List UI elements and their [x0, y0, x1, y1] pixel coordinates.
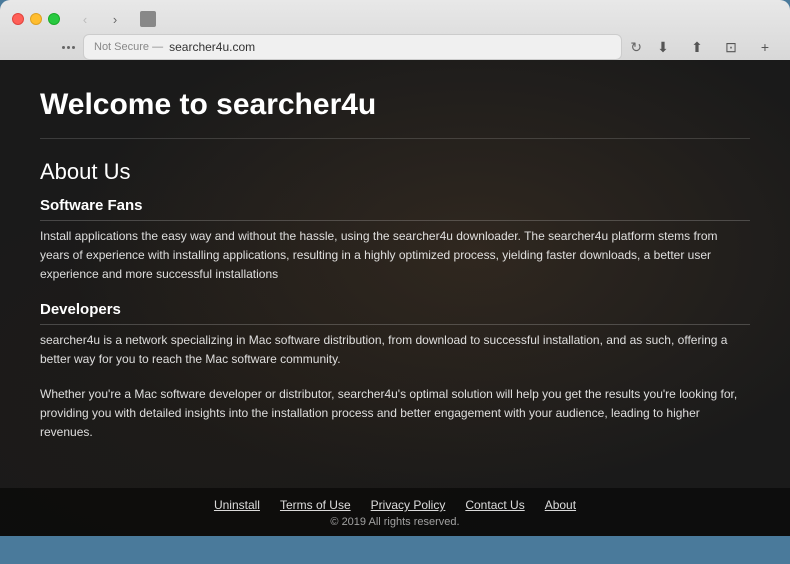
download-icon[interactable]: ⬇ — [650, 37, 676, 57]
title-bar: ‹ › — [0, 0, 790, 34]
tab-overview-icon[interactable] — [140, 11, 156, 27]
footer-privacy-link[interactable]: Privacy Policy — [371, 498, 446, 512]
footer: Uninstall Terms of Use Privacy Policy Co… — [0, 488, 790, 536]
forward-button[interactable]: › — [102, 10, 128, 28]
footer-uninstall-link[interactable]: Uninstall — [214, 498, 260, 512]
developers-section: Developers searcher4u is a network speci… — [40, 301, 750, 443]
software-fans-body: Install applications the easy way and wi… — [40, 227, 750, 285]
menu-icon — [62, 46, 75, 49]
back-button[interactable]: ‹ — [72, 10, 98, 28]
software-fans-heading: Software Fans — [40, 197, 750, 221]
footer-contact-link[interactable]: Contact Us — [465, 498, 524, 512]
developers-body1: searcher4u is a network specializing in … — [40, 331, 750, 369]
tab-bar: Not Secure — searcher4u.com ↻ ⬇ ⬆ ⊡ + — [0, 34, 790, 60]
about-us-title: About Us — [40, 159, 750, 185]
footer-links: Uninstall Terms of Use Privacy Policy Co… — [0, 498, 790, 512]
traffic-lights — [12, 13, 60, 25]
add-tab-icon[interactable]: + — [752, 37, 778, 57]
page-content: Welcome to searcher4u About Us Software … — [0, 60, 790, 486]
webpage: Welcome to searcher4u About Us Software … — [0, 60, 790, 536]
new-tab-icon[interactable]: ⊡ — [718, 37, 744, 57]
footer-copyright: © 2019 All rights reserved. — [0, 516, 790, 528]
software-fans-section: Software Fans Install applications the e… — [40, 197, 750, 285]
url-text: searcher4u.com — [169, 40, 255, 54]
address-bar[interactable]: Not Secure — searcher4u.com — [83, 34, 622, 60]
footer-terms-link[interactable]: Terms of Use — [280, 498, 351, 512]
site-title: Welcome to searcher4u — [40, 88, 750, 139]
toolbar-icons: ⬇ ⬆ ⊡ + — [650, 37, 778, 57]
reload-button[interactable]: ↻ — [630, 39, 642, 56]
maximize-button[interactable] — [48, 13, 60, 25]
nav-buttons: ‹ › — [72, 10, 128, 28]
developers-body2: Whether you're a Mac software developer … — [40, 385, 750, 443]
developers-heading: Developers — [40, 301, 750, 325]
minimize-button[interactable] — [30, 13, 42, 25]
browser-chrome: ‹ › Not Secure — searcher4u.com ↻ ⬇ ⬆ ⊡ … — [0, 0, 790, 60]
close-button[interactable] — [12, 13, 24, 25]
footer-about-link[interactable]: About — [545, 498, 576, 512]
share-icon[interactable]: ⬆ — [684, 37, 710, 57]
not-secure-label: Not Secure — — [94, 41, 163, 53]
